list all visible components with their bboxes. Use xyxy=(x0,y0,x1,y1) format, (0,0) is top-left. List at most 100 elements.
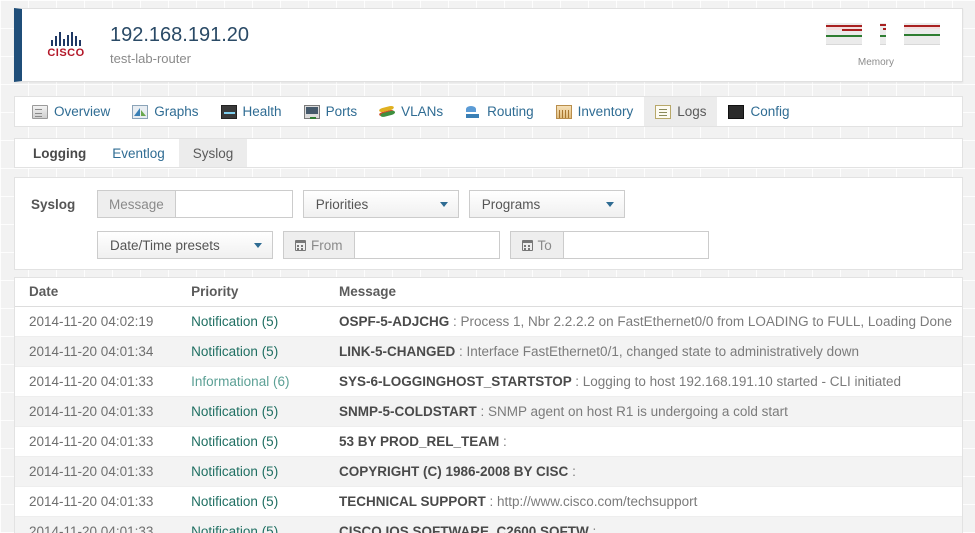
priority-link[interactable]: Notification (5) xyxy=(191,434,278,449)
subnav-tab-syslog[interactable]: Syslog xyxy=(178,139,248,167)
nav-tab-label: Config xyxy=(750,104,790,119)
nav-tab-vlans[interactable]: VLANs xyxy=(368,97,454,126)
message-key: SNMP-5-COLDSTART xyxy=(338,404,481,419)
message-body: : xyxy=(503,434,507,449)
calendar-icon xyxy=(521,239,533,251)
cell-date: 2014-11-20 04:01:33 xyxy=(15,516,178,533)
table-row[interactable]: 2014-11-20 04:01:33 Notification (5) 53 BY… xyxy=(15,426,962,457)
message-body: : xyxy=(572,464,576,479)
to-label-text: To xyxy=(537,237,552,253)
filter-row-primary: Syslog Message Priorities Programs xyxy=(15,190,962,218)
cell-priority: Notification (5) xyxy=(177,486,325,517)
column-header-date[interactable]: Date xyxy=(15,278,178,307)
syslog-filter-panel: Syslog Message Priorities Programs Date/… xyxy=(14,177,963,270)
memory-gauges xyxy=(826,23,940,45)
syslog-table: Date Priority Message 2014-11-20 04:02:1… xyxy=(15,278,962,533)
device-ip-address: 192.168.191.20 xyxy=(110,24,250,46)
column-header-priority[interactable]: Priority xyxy=(177,278,325,307)
message-key: 53 BY PROD_REL_TEAM xyxy=(338,434,504,449)
memory-gauge-label: Memory xyxy=(857,57,894,68)
memory-sparkline-3[interactable] xyxy=(904,23,940,45)
message-key: CISCO IOS SOFTWARE, C2600 SOFTW xyxy=(338,524,593,533)
nav-tab-ports[interactable]: Ports xyxy=(293,97,369,126)
device-hostname: test-lab-router xyxy=(110,51,191,66)
priority-link[interactable]: Notification (5) xyxy=(191,524,278,533)
priorities-dropdown[interactable]: Priorities xyxy=(302,190,459,218)
cisco-logo: CISCO xyxy=(36,31,96,59)
filter-row-datetime: Date/Time presets From To xyxy=(15,231,962,259)
sparkline-chart-icon xyxy=(904,23,940,45)
table-row[interactable]: 2014-11-20 04:01:33 Notification (5) SNMP-… xyxy=(15,396,962,427)
terminal-icon xyxy=(728,104,745,119)
nav-tab-label: Inventory xyxy=(577,104,634,119)
nav-tab-logs[interactable]: Logs xyxy=(644,97,718,126)
cell-message: LINK-5-CHANGED : Interface FastEthernet0… xyxy=(324,336,962,367)
priority-link[interactable]: Informational (6) xyxy=(191,374,289,389)
message-input-label: Message xyxy=(97,190,175,218)
message-key: SYS-6-LOGGINGHOST_STARTSTOP xyxy=(338,374,576,389)
table-row[interactable]: 2014-11-20 04:02:19 Notification (5) OSPF-… xyxy=(15,306,962,337)
cell-message: 53 BY PROD_REL_TEAM : xyxy=(324,426,962,457)
column-header-message[interactable]: Message xyxy=(324,278,962,307)
nav-tab-config[interactable]: Config xyxy=(717,97,800,126)
calendar-icon xyxy=(295,239,306,251)
nav-tab-label: Graphs xyxy=(154,104,199,119)
cell-date: 2014-11-20 04:01:33 xyxy=(15,366,178,397)
nav-tab-inventory[interactable]: Inventory xyxy=(545,97,645,126)
message-search-input[interactable] xyxy=(174,190,293,218)
syslog-table-container: Date Priority Message 2014-11-20 04:02:1… xyxy=(14,277,963,533)
clipboard-icon xyxy=(655,104,672,119)
cell-message: SNMP-5-COLDSTART : SNMP agent on host R1… xyxy=(324,396,962,427)
server-icon xyxy=(32,104,48,119)
message-key: OSPF-5-ADJCHG xyxy=(338,314,453,329)
message-body: : Logging to host 192.168.191.10 started… xyxy=(575,374,902,389)
cell-message: OSPF-5-ADJCHG : Process 1, Nbr 2.2.2.2 o… xyxy=(324,306,962,337)
cisco-wordmark: CISCO xyxy=(47,47,85,59)
cell-priority: Notification (5) xyxy=(177,456,325,487)
filter-panel-title: Syslog xyxy=(31,196,76,212)
nav-tab-graphs[interactable]: Graphs xyxy=(121,97,209,126)
datetime-presets-dropdown[interactable]: Date/Time presets xyxy=(97,231,273,259)
layers-icon xyxy=(379,105,395,119)
nav-tab-label: VLANs xyxy=(401,104,444,119)
priority-link[interactable]: Notification (5) xyxy=(191,494,278,509)
to-date-input[interactable] xyxy=(562,231,709,259)
from-date-input[interactable] xyxy=(353,231,500,259)
device-header-panel: CISCO 192.168.191.20 test-lab-router Mem… xyxy=(14,8,963,82)
memory-sparkline-2[interactable] xyxy=(880,23,886,45)
nav-tab-routing[interactable]: Routing xyxy=(454,97,545,126)
subnav-tab-eventlog[interactable]: Eventlog xyxy=(98,139,179,167)
chart-icon xyxy=(132,104,149,119)
priority-link[interactable]: Notification (5) xyxy=(191,404,278,419)
cell-date: 2014-11-20 04:01:33 xyxy=(15,456,178,487)
nav-tab-health[interactable]: Health xyxy=(210,97,293,126)
nav-tab-label: Overview xyxy=(54,104,111,119)
table-row[interactable]: 2014-11-20 04:01:33 Informational (6) SYS-… xyxy=(15,366,962,397)
message-body: : SNMP agent on host R1 is undergoing a … xyxy=(480,404,788,419)
nav-tab-overview[interactable]: Overview xyxy=(21,97,121,126)
priority-link[interactable]: Notification (5) xyxy=(191,464,278,479)
cell-priority: Notification (5) xyxy=(177,336,325,367)
message-key: LINK-5-CHANGED xyxy=(338,344,459,359)
table-row[interactable]: 2014-11-20 04:01:33 Notification (5) CISCO… xyxy=(15,516,962,533)
device-identity: 192.168.191.20 test-lab-router xyxy=(110,24,249,66)
ports-icon xyxy=(303,104,320,119)
message-body: : xyxy=(592,524,597,533)
main-navigation: Overview Graphs Health Ports VLANs Routi… xyxy=(14,96,963,127)
warehouse-icon xyxy=(555,104,572,119)
nav-tab-label: Ports xyxy=(325,104,358,119)
sparkline-chart-icon xyxy=(826,23,862,45)
message-key: TECHNICAL SUPPORT xyxy=(338,494,490,509)
subnav-section-label: Logging xyxy=(33,145,87,161)
priority-link[interactable]: Notification (5) xyxy=(191,314,278,329)
message-body: : http://www.cisco.com/techsupport xyxy=(489,494,698,509)
table-row[interactable]: 2014-11-20 04:01:33 Notification (5) COPYR… xyxy=(15,456,962,487)
memory-sparkline-1[interactable] xyxy=(826,23,862,45)
cell-date: 2014-11-20 04:01:33 xyxy=(15,426,178,457)
priority-link[interactable]: Notification (5) xyxy=(191,344,278,359)
from-date-group: From xyxy=(283,231,500,259)
table-row[interactable]: 2014-11-20 04:01:33 Notification (5) TECHN… xyxy=(15,486,962,517)
programs-dropdown[interactable]: Programs xyxy=(468,190,625,218)
cell-priority: Notification (5) xyxy=(177,396,325,427)
table-row[interactable]: 2014-11-20 04:01:34 Notification (5) LINK-… xyxy=(15,336,962,367)
